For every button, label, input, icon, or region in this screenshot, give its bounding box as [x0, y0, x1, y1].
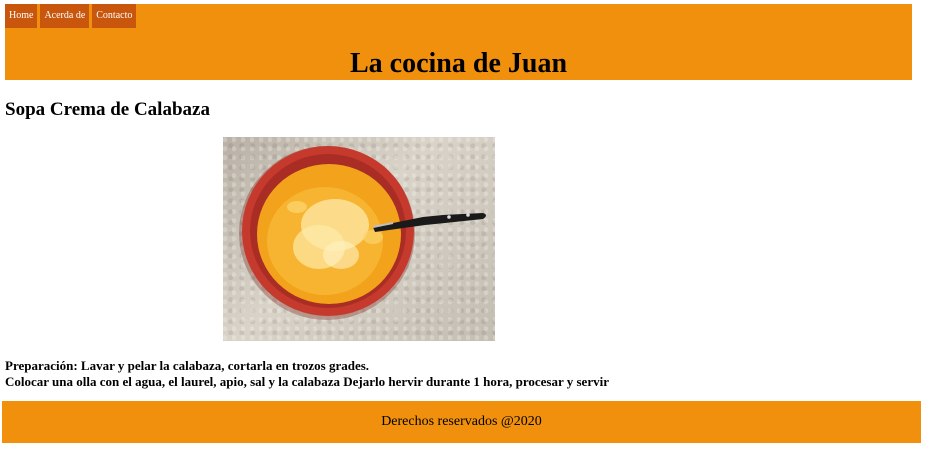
soup-bowl-illustration [239, 146, 486, 320]
preparation-text: Preparación: Lavar y pelar la calabaza, … [5, 358, 609, 390]
site-title: La cocina de Juan [349, 48, 568, 79]
nav-about-link[interactable]: Acerda de [40, 4, 90, 28]
header-banner: Home Acerda de Contacto La cocina de Jua… [5, 4, 912, 80]
footer-copyright: Derechos reservados @2020 [381, 414, 542, 429]
footer: Derechos reservados @2020 [2, 401, 921, 443]
recipe-title: Sopa Crema de Calabaza [5, 99, 210, 120]
page: Home Acerda de Contacto La cocina de Jua… [0, 0, 926, 450]
nav-home-link[interactable]: Home [5, 4, 38, 28]
preparation-line-1: Preparación: Lavar y pelar la calabaza, … [5, 358, 370, 373]
preparation-line-2: Colocar una olla con el agua, el laurel,… [5, 374, 609, 389]
soup-photo [223, 137, 495, 341]
top-nav: Home Acerda de Contacto [5, 4, 137, 28]
nav-contact-link[interactable]: Contacto [92, 4, 137, 28]
